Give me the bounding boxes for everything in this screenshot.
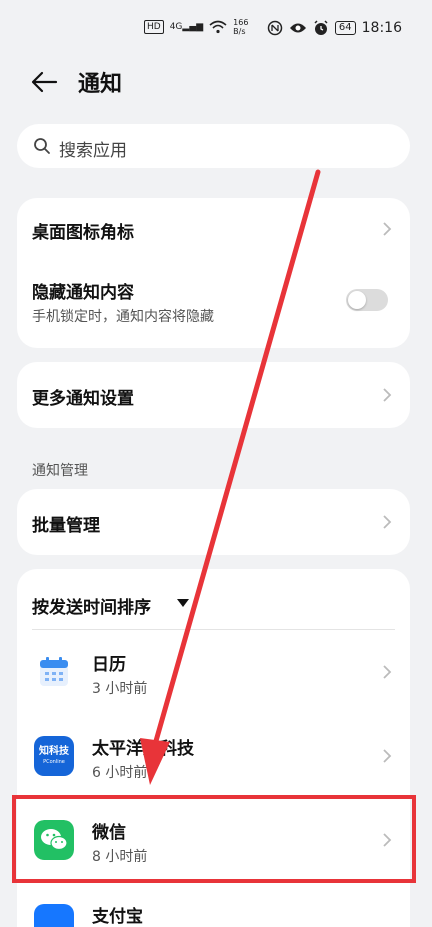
status-bar: HD 4G▂▄▆ 166 B/s 64 18:16 [0,0,432,58]
app-time: 3 小时前 [92,681,148,697]
app-name: 支付宝 [92,907,143,927]
chevron-right-icon [383,749,392,763]
settings-card: 桌面图标角标 隐藏通知内容 手机锁定时，通知内容将隐藏 [17,198,410,348]
header: 通知 [0,58,432,108]
list-item[interactable]: 支付宝 [17,882,410,927]
chevron-right-icon [383,515,392,529]
batch-manage-label: 批量管理 [32,516,100,536]
list-item[interactable]: 知科技 PConline 太平洋知科技 6 小时前 [17,714,410,798]
caret-down-icon [177,599,189,607]
speed-unit: B/s [233,27,246,36]
battery-indicator: 64 [334,21,356,35]
sort-dropdown[interactable]: 按发送时间排序 [17,569,410,631]
hide-content-description: 手机锁定时，通知内容将隐藏 [32,309,214,325]
search-icon [34,138,50,154]
search-input[interactable]: 搜索应用 [17,124,410,168]
calendar-icon [40,657,68,686]
page-title: 通知 [78,72,123,97]
list-item[interactable]: 日历 3 小时前 [17,630,410,714]
network-type: 4G [169,22,183,32]
hd-badge: HD [144,20,164,34]
back-arrow-icon[interactable] [28,64,64,100]
app-name: 日历 [92,655,126,675]
alarm-icon [314,20,328,35]
eye-icon [289,23,306,33]
toggle-knob [348,291,366,309]
network-speed: 166 B/s [233,18,248,36]
annotation-highlight-box [12,795,416,883]
chevron-right-icon [383,665,392,679]
app-name: 太平洋知科技 [92,739,194,759]
zhikeji-icon: 知科技 PConline [34,736,74,776]
badge-setting-row[interactable]: 桌面图标角标 [17,198,410,260]
nfc-icon [267,20,283,36]
hide-content-label: 隐藏通知内容 [32,283,134,303]
hide-content-row[interactable]: 隐藏通知内容 手机锁定时，通知内容将隐藏 [17,260,410,348]
more-settings-label: 更多通知设置 [32,389,134,409]
badge-setting-label: 桌面图标角标 [32,223,134,243]
batch-card: 批量管理 [17,489,410,555]
app-time: 6 小时前 [92,765,148,781]
signal-icon: 4G▂▄▆ [169,22,204,32]
wifi-icon [209,20,227,34]
speed-value: 166 [233,18,249,27]
chevron-right-icon [383,222,392,236]
more-settings-row[interactable]: 更多通知设置 [17,362,410,428]
hide-content-toggle[interactable] [346,289,388,311]
section-title: 通知管理 [32,463,88,479]
clock: 18:16 [361,20,402,36]
more-settings-card: 更多通知设置 [17,362,410,428]
chevron-right-icon [383,388,392,402]
zhikeji-icon-sub: PConline [43,759,65,765]
sort-label: 按发送时间排序 [32,598,151,618]
zhikeji-icon-text: 知科技 [39,746,69,757]
batch-manage-row[interactable]: 批量管理 [17,489,410,555]
alipay-icon [34,904,74,927]
search-placeholder: 搜索应用 [59,141,127,161]
